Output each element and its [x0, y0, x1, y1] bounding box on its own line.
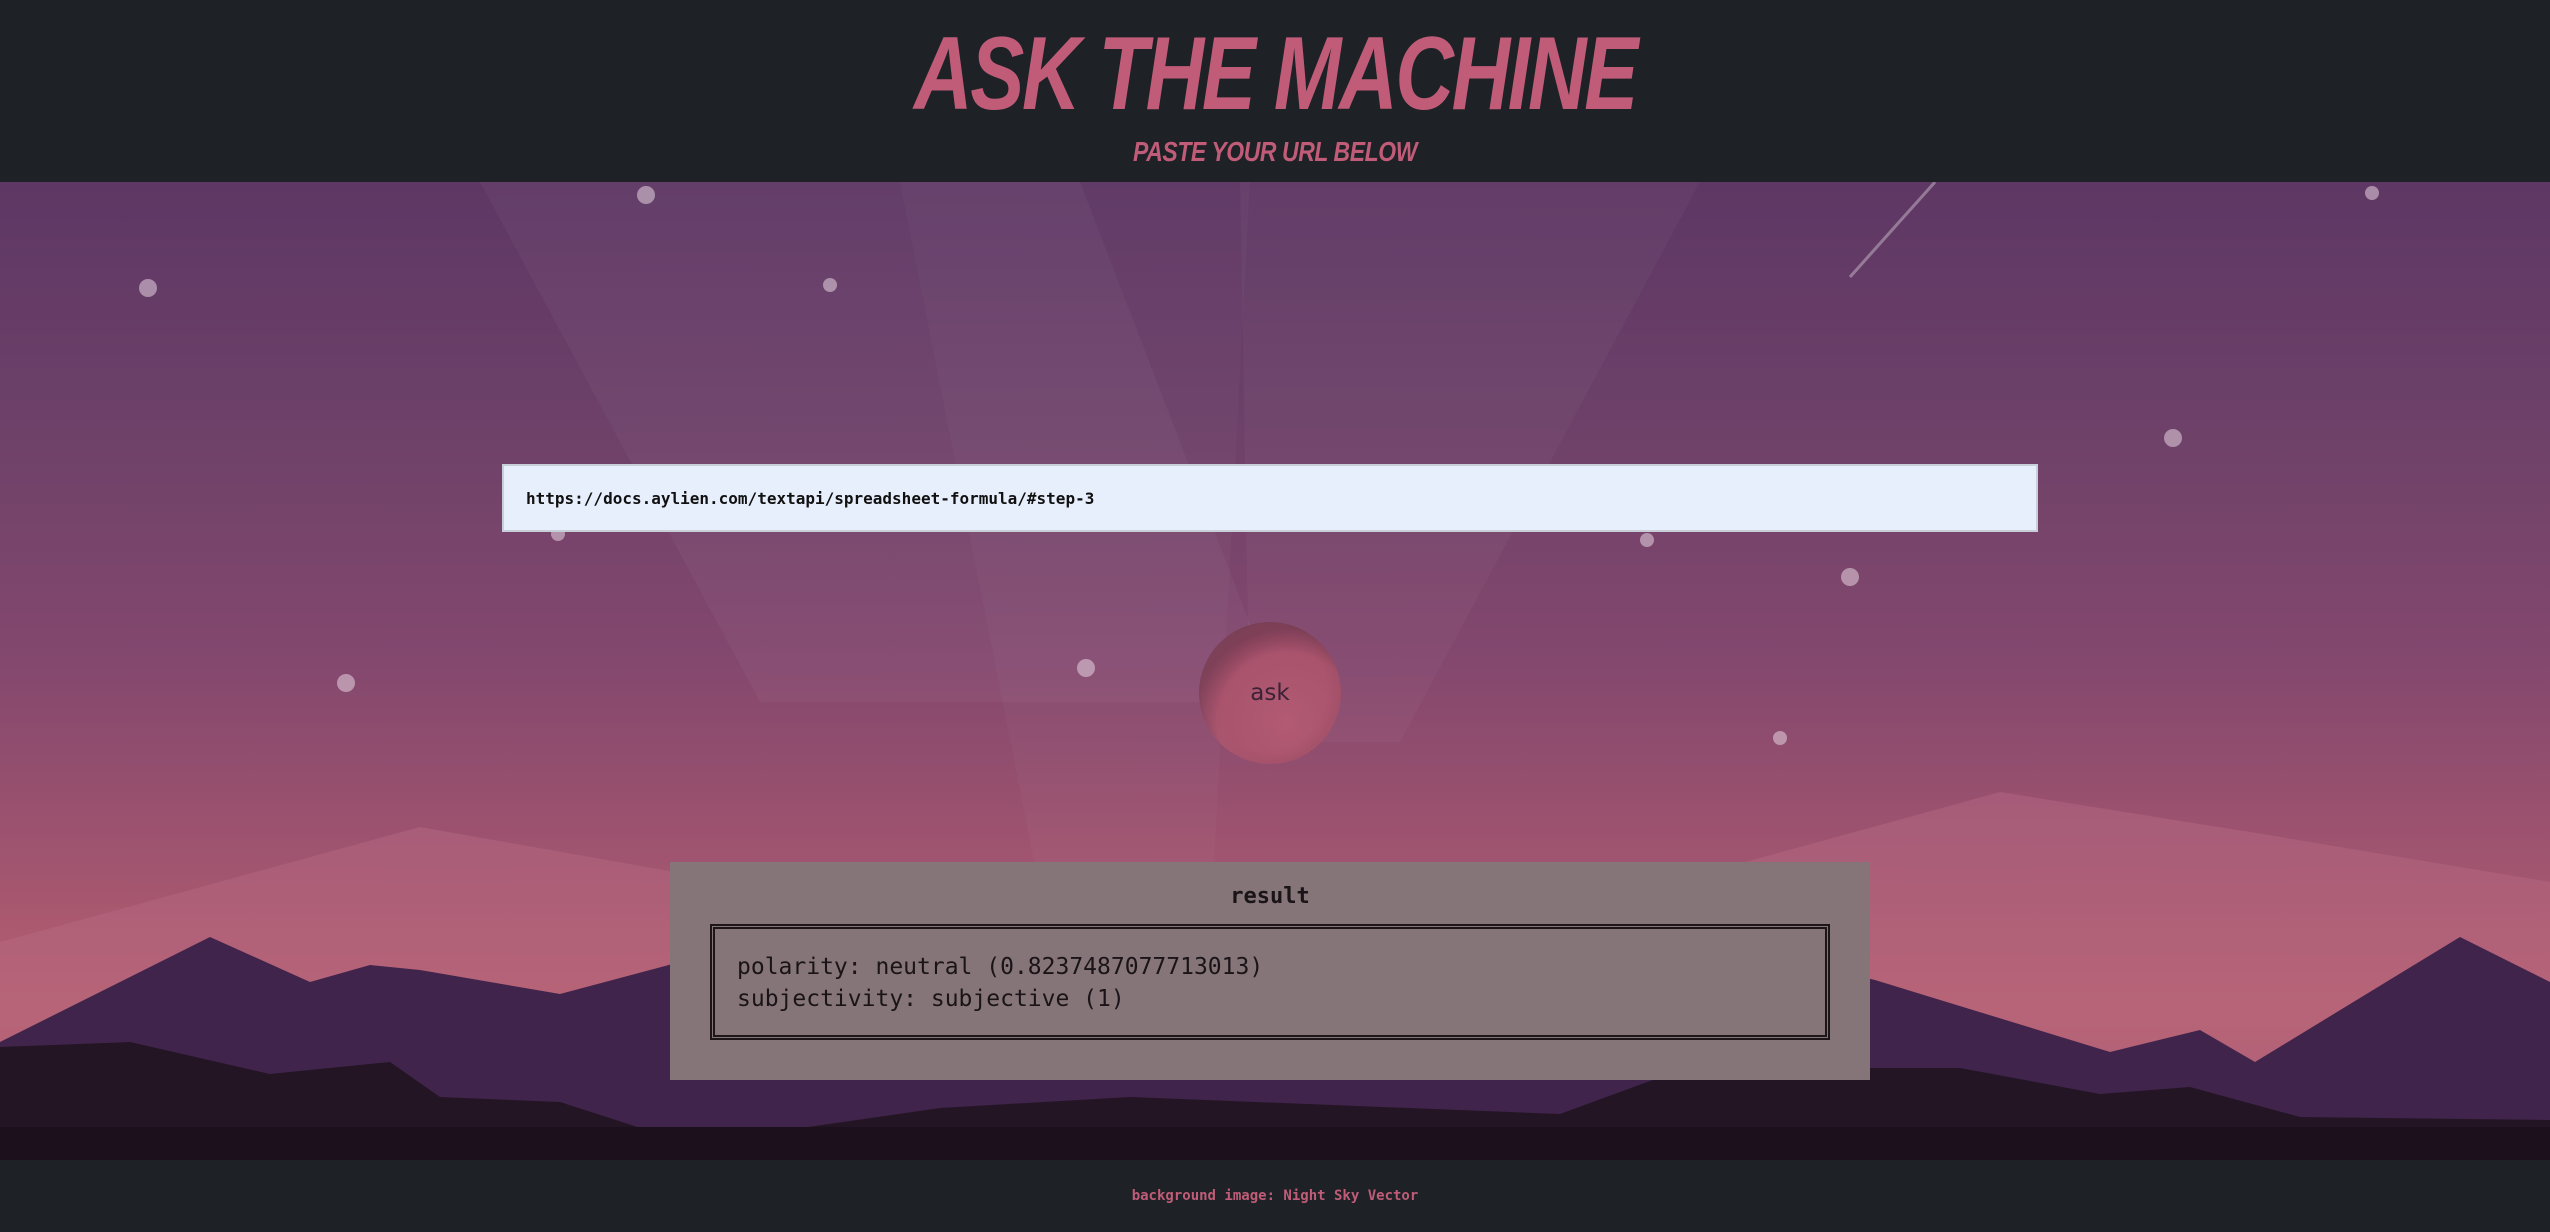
- result-panel: result polarity: neutral (0.823748707771…: [670, 862, 1870, 1080]
- polarity-result: polarity: neutral (0.8237487077713013): [737, 954, 1264, 980]
- night-sky-background: ask result polarity: neutral (0.82374870…: [0, 182, 2550, 1160]
- page-footer: background image: Night Sky Vector: [0, 1160, 2550, 1232]
- app-subtitle: PASTE YOUR URL BELOW: [1133, 136, 1417, 167]
- result-heading: result: [1230, 884, 1310, 909]
- ask-button[interactable]: ask: [1199, 622, 1341, 764]
- url-input[interactable]: [502, 464, 2038, 532]
- app-title: ASK THE MACHINE: [913, 16, 1638, 132]
- result-box: polarity: neutral (0.8237487077713013) s…: [710, 924, 1830, 1040]
- background-credit: background image: Night Sky Vector: [1131, 1188, 1419, 1204]
- page-header: ASK THE MACHINE PASTE YOUR URL BELOW: [0, 0, 2550, 182]
- subjectivity-result: subjectivity: subjective (1): [737, 986, 1125, 1012]
- shooting-star-icon: [1848, 182, 1937, 279]
